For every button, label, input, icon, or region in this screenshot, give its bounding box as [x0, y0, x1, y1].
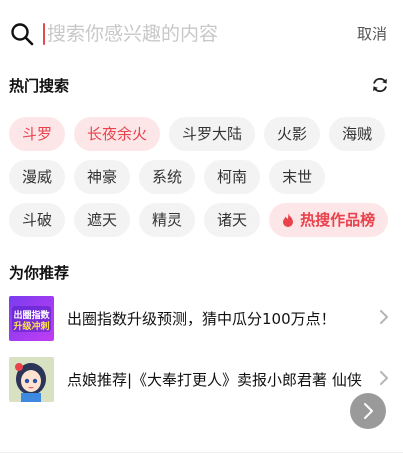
search-icon[interactable] [10, 22, 34, 46]
hot-search-chip[interactable]: 遮天 [74, 203, 131, 237]
chip-row: 漫威 神豪 系统 柯南 末世 [9, 160, 399, 194]
hot-works-ranking-chip[interactable]: 热搜作品榜 [269, 203, 389, 237]
chip-label: 斗罗大陆 [182, 125, 243, 143]
chip-label: 遮天 [87, 211, 118, 229]
hot-search-chip[interactable]: 末世 [269, 160, 326, 194]
search-bar: 取消 [0, 14, 403, 54]
anime-girl-thumbnail [9, 356, 54, 402]
recommend-title: 为你推荐 [9, 264, 70, 282]
chip-label: 柯南 [217, 168, 248, 186]
chip-label: 诸天 [217, 211, 248, 229]
divider [0, 452, 403, 453]
hot-search-chip[interactable]: 斗破 [9, 203, 66, 237]
chevron-right-icon [380, 310, 388, 324]
hot-search-chips: 斗罗 长夜余火 斗罗大陆 火影 海贼漫威 神豪 系统 柯南 末世斗破 遮天 精灵 诸天 热搜作品榜 [9, 117, 399, 246]
hot-search-chip[interactable]: 长夜余火 [74, 117, 161, 151]
chevron-right-icon [364, 403, 373, 419]
recommend-item-novel[interactable]: 点娘推荐|《大奉打更人》卖报小郎君著 仙侠 [9, 356, 399, 402]
hot-search-chip[interactable]: 柯南 [204, 160, 261, 194]
chip-label: 热搜作品榜 [300, 211, 376, 229]
hot-search-chip[interactable]: 精灵 [139, 203, 196, 237]
chip-label: 长夜余火 [87, 125, 148, 143]
chevron-right-icon [380, 371, 388, 385]
hot-search-title: 热门搜索 [9, 77, 70, 95]
recommend-item-promo[interactable]: 出圈指数 升级冲刺 出圈指数升级预测，猜中瓜分100万点！ [9, 295, 399, 341]
search-input[interactable] [47, 18, 337, 50]
chip-label: 神豪 [87, 168, 118, 186]
cancel-button[interactable]: 取消 [357, 23, 387, 44]
hot-search-chip[interactable]: 诸天 [204, 203, 261, 237]
hot-search-chip[interactable]: 神豪 [74, 160, 131, 194]
hot-search-chip[interactable]: 海贼 [329, 117, 386, 151]
floating-next-button[interactable] [350, 393, 386, 429]
chip-label: 精灵 [152, 211, 183, 229]
hot-search-chip[interactable]: 火影 [264, 117, 321, 151]
refresh-icon[interactable] [371, 76, 389, 94]
chip-label: 火影 [277, 125, 308, 143]
chip-label: 斗罗 [22, 125, 53, 143]
hot-search-chip[interactable]: 斗罗大陆 [169, 117, 256, 151]
svg-text:升级冲刺: 升级冲刺 [13, 320, 49, 332]
recommend-item-text: 出圈指数升级预测，猜中瓜分100万点！ [67, 309, 336, 328]
promo-banner-thumbnail: 出圈指数 升级冲刺 [9, 295, 54, 341]
hot-search-chip[interactable]: 漫威 [9, 160, 66, 194]
recommend-item-text: 点娘推荐|《大奉打更人》卖报小郎君著 仙侠 [67, 370, 362, 389]
flame-icon [283, 213, 294, 227]
chip-label: 末世 [282, 168, 313, 186]
svg-text:出圈指数: 出圈指数 [13, 309, 50, 321]
chip-label: 斗破 [22, 211, 53, 229]
hot-search-chip[interactable]: 系统 [139, 160, 196, 194]
chip-row: 斗罗 长夜余火 斗罗大陆 火影 海贼 [9, 117, 399, 151]
chip-label: 系统 [152, 168, 183, 186]
chip-row: 斗破 遮天 精灵 诸天 热搜作品榜 [9, 203, 399, 237]
text-cursor [43, 23, 45, 45]
chip-label: 海贼 [342, 125, 373, 143]
chip-label: 漫威 [22, 168, 53, 186]
hot-search-chip[interactable]: 斗罗 [9, 117, 66, 151]
